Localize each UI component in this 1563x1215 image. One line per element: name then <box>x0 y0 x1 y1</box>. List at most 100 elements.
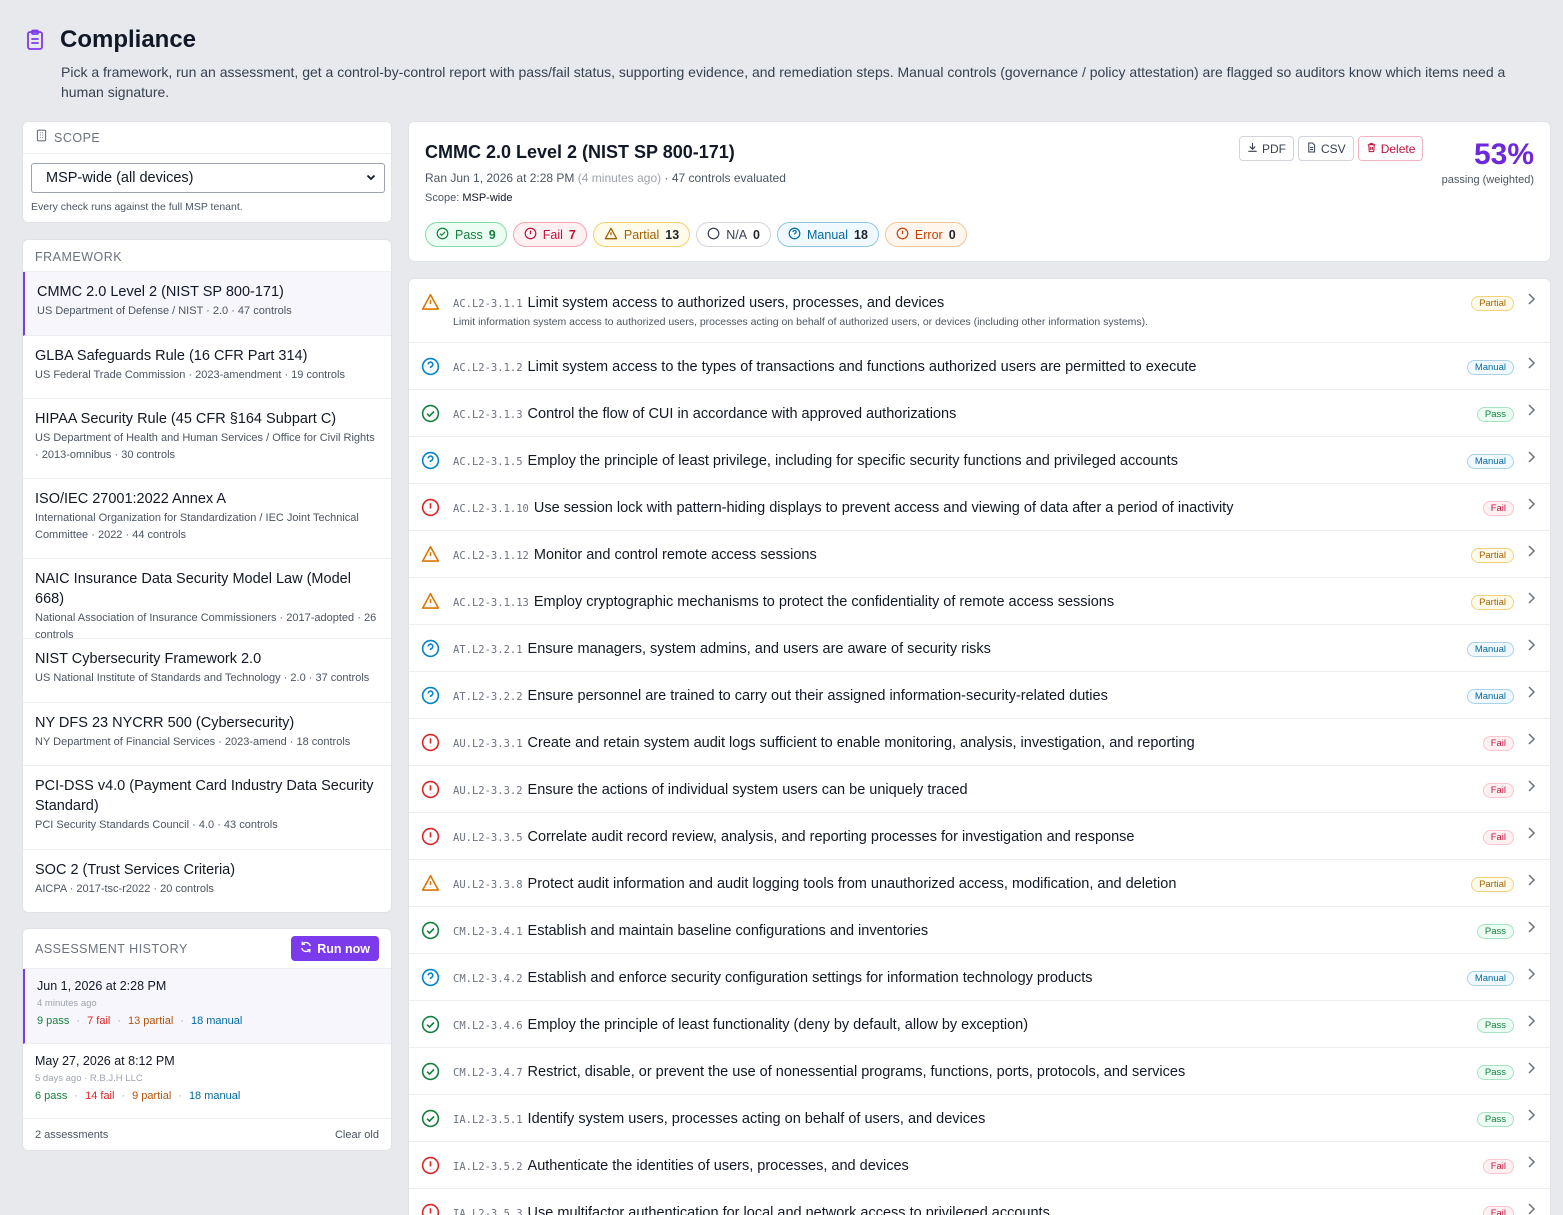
filter-manual-count: 18 <box>854 227 868 242</box>
framework-item[interactable]: NIST Cybersecurity Framework 2.0 US Natio… <box>23 639 391 703</box>
scope-value: MSP-wide <box>462 192 513 204</box>
check-circle-icon <box>421 1015 440 1034</box>
control-title: Employ the principle of least privilege,… <box>527 453 1178 469</box>
history-manual: 18 manual <box>190 1015 243 1027</box>
chevron-right-icon[interactable] <box>1526 779 1536 793</box>
chevron-right-icon[interactable] <box>1526 732 1536 746</box>
control-row[interactable]: CM.L2-3.4.1 Establish and maintain baseli… <box>409 907 1550 954</box>
status-badge: Manual <box>1466 689 1514 704</box>
control-row[interactable]: AC.L2-3.1.13 Employ cryptographic mechani… <box>409 578 1550 625</box>
history-subtitle: 4 minutes ago <box>37 998 97 1009</box>
error-circle-icon <box>896 227 909 243</box>
framework-item[interactable]: PCI-DSS v4.0 (Payment Card Industry Data… <box>23 766 391 850</box>
chevron-right-icon[interactable] <box>1526 544 1536 558</box>
filter-na[interactable]: N/A 0 <box>696 222 771 247</box>
circle-icon <box>707 227 720 243</box>
framework-name: NY DFS 23 NYCRR 500 (Cybersecurity) <box>35 715 295 731</box>
framework-meta: PCI Security Standards Council · 4.0 · 4… <box>35 819 278 831</box>
framework-item[interactable]: HIPAA Security Rule (45 CFR §164 Subpart… <box>23 399 391 479</box>
history-item[interactable]: Jun 1, 2026 at 2:28 PM 4 minutes ago 9 pas… <box>23 969 391 1044</box>
control-row[interactable]: AU.L2-3.3.8 Protect audit information and… <box>409 860 1550 907</box>
alert-circle-icon <box>421 827 440 846</box>
framework-item[interactable]: NY DFS 23 NYCRR 500 (Cybersecurity) NY De… <box>23 703 391 766</box>
control-id: AC.L2-3.1.10 <box>453 503 529 515</box>
filter-manual[interactable]: Manual 18 <box>777 222 879 247</box>
control-title: Create and retain system audit logs suff… <box>527 735 1195 751</box>
chevron-right-icon[interactable] <box>1526 920 1536 934</box>
delete-button[interactable]: Delete <box>1357 136 1424 161</box>
clear-old-button[interactable]: Clear old <box>335 1129 379 1141</box>
history-fail: 14 fail <box>85 1090 115 1102</box>
status-badge: Manual <box>1466 642 1514 657</box>
chevron-right-icon[interactable] <box>1526 967 1536 981</box>
history-label: ASSESSMENT HISTORY <box>35 941 188 956</box>
control-row[interactable]: CM.L2-3.4.2 Establish and enforce securit… <box>409 954 1550 1001</box>
pdf-button[interactable]: PDF <box>1239 136 1294 161</box>
pdf-label: PDF <box>1262 141 1286 156</box>
framework-card: FRAMEWORK CMMC 2.0 Level 2 (NIST SP 800-… <box>22 239 392 913</box>
chevron-right-icon[interactable] <box>1526 356 1536 370</box>
control-row[interactable]: AC.L2-3.1.2 Limit system access to the ty… <box>409 343 1550 390</box>
alert-circle-icon <box>421 780 440 799</box>
control-title: Limit system access to the types of tran… <box>527 359 1197 375</box>
chevron-right-icon[interactable] <box>1526 826 1536 840</box>
scope-select[interactable]: MSP-wide (all devices) <box>31 163 385 193</box>
framework-meta: US Federal Trade Commission · 2023-amend… <box>35 369 345 381</box>
alert-circle-icon <box>421 1203 440 1215</box>
chevron-right-icon[interactable] <box>1526 1155 1536 1169</box>
control-row[interactable]: IA.L2-3.5.2 Authenticate the identities o… <box>409 1142 1550 1189</box>
chevron-right-icon[interactable] <box>1526 638 1536 652</box>
delete-label: Delete <box>1380 141 1416 156</box>
framework-item[interactable]: NAIC Insurance Data Security Model Law (… <box>23 559 391 641</box>
chevron-right-icon[interactable] <box>1526 292 1536 306</box>
control-row[interactable]: AU.L2-3.3.5 Correlate audit record review… <box>409 813 1550 860</box>
scope-caption: Scope: <box>425 192 460 204</box>
chevron-right-icon[interactable] <box>1526 497 1536 511</box>
filter-partial[interactable]: Partial 13 <box>592 222 691 247</box>
framework-item[interactable]: GLBA Safeguards Rule (16 CFR Part 314) US… <box>23 336 391 399</box>
control-row[interactable]: AC.L2-3.1.1 Limit system access to author… <box>409 279 1550 343</box>
warning-triangle-icon <box>421 293 440 311</box>
control-row[interactable]: IA.L2-3.5.1 Identify system users, proces… <box>409 1095 1550 1142</box>
chevron-right-icon[interactable] <box>1526 873 1536 887</box>
control-row[interactable]: AC.L2-3.1.10 Use session lock with patter… <box>409 484 1550 531</box>
control-id: CM.L2-3.4.1 <box>453 926 523 938</box>
control-row[interactable]: AC.L2-3.1.12 Monitor and control remote a… <box>409 531 1550 578</box>
control-row[interactable]: AU.L2-3.3.2 Ensure the actions of individ… <box>409 766 1550 813</box>
chevron-right-icon[interactable] <box>1526 1061 1536 1075</box>
filter-partial-count: 13 <box>665 227 680 242</box>
control-row[interactable]: CM.L2-3.4.7 Restrict, disable, or prevent… <box>409 1048 1550 1095</box>
chevron-right-icon[interactable] <box>1526 403 1536 417</box>
chevron-right-icon[interactable] <box>1526 450 1536 464</box>
control-row[interactable]: AT.L2-3.2.1 Ensure managers, system admin… <box>409 625 1550 672</box>
control-row[interactable]: AC.L2-3.1.5 Employ the principle of least… <box>409 437 1550 484</box>
history-item[interactable]: May 27, 2026 at 8:12 PM 5 days ago · R.B.… <box>23 1044 391 1119</box>
chevron-right-icon[interactable] <box>1526 1202 1536 1215</box>
chevron-right-icon[interactable] <box>1526 1014 1536 1028</box>
status-badge: Partial <box>1471 296 1514 311</box>
filter-fail[interactable]: Fail 7 <box>512 222 587 247</box>
run-now-button[interactable]: Run now <box>291 936 379 961</box>
chevron-right-icon[interactable] <box>1526 685 1536 699</box>
control-row[interactable]: CM.L2-3.4.6 Employ the principle of least… <box>409 1001 1550 1048</box>
framework-meta: AICPA · 2017-tsc-r2022 · 20 controls <box>35 883 214 895</box>
check-circle-icon <box>436 227 449 243</box>
framework-item[interactable]: CMMC 2.0 Level 2 (NIST SP 800-171) US Dep… <box>23 272 391 336</box>
csv-button[interactable]: CSV <box>1298 136 1354 161</box>
control-row[interactable]: AT.L2-3.2.2 Ensure personnel are trained … <box>409 672 1550 719</box>
question-circle-icon <box>788 227 801 243</box>
control-id: AC.L2-3.1.1 <box>453 298 523 310</box>
control-title: Use multifactor authentication for local… <box>527 1205 1050 1215</box>
filter-pass[interactable]: Pass 9 <box>425 222 507 247</box>
chevron-right-icon[interactable] <box>1526 1108 1536 1122</box>
framework-item[interactable]: SOC 2 (Trust Services Criteria) AICPA · 2… <box>23 850 391 912</box>
framework-item[interactable]: ISO/IEC 27001:2022 Annex A International … <box>23 479 391 559</box>
control-row[interactable]: AU.L2-3.3.1 Create and retain system audi… <box>409 719 1550 766</box>
control-row[interactable]: AC.L2-3.1.3 Control the flow of CUI in ac… <box>409 390 1550 437</box>
history-date: Jun 1, 2026 at 2:28 PM <box>37 979 167 993</box>
control-row[interactable]: IA.L2-3.5.3 Use multifactor authenticatio… <box>409 1189 1550 1215</box>
filter-error[interactable]: Error 0 <box>884 222 967 247</box>
framework-label: FRAMEWORK <box>35 250 123 264</box>
framework-meta: International Organization for Standardi… <box>35 512 359 541</box>
chevron-right-icon[interactable] <box>1526 591 1536 605</box>
